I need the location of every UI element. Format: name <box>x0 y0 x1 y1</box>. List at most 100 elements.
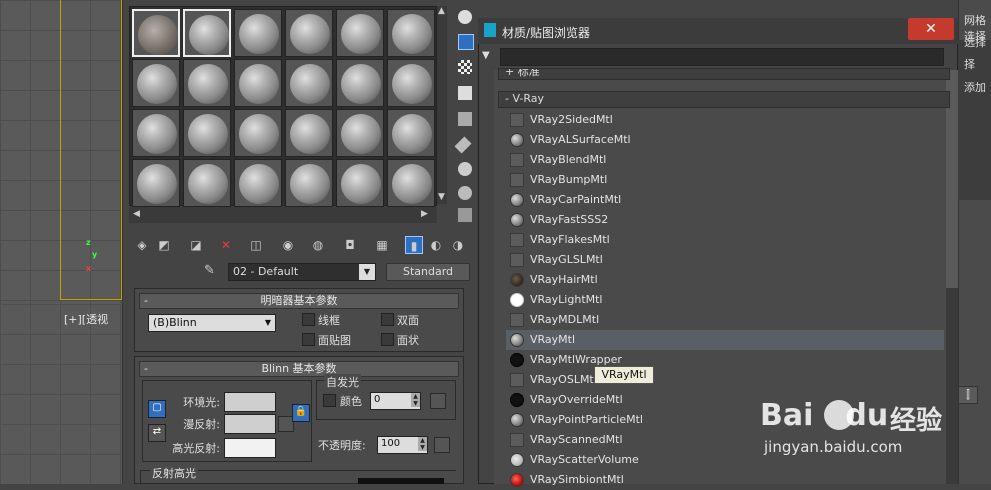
spinner-arrows-icon[interactable]: ▲ ▼ <box>418 437 427 451</box>
spinner-arrows-icon[interactable]: ▲ ▼ <box>411 393 420 407</box>
sample-type-icon[interactable] <box>458 10 472 24</box>
browser-options-icon[interactable]: ▼ <box>482 50 494 62</box>
scroll-right-icon[interactable]: ▶ <box>421 209 428 219</box>
sample-slot[interactable] <box>132 109 180 157</box>
sample-slot[interactable] <box>234 159 282 207</box>
rollout-header[interactable]: - Blinn 基本参数 <box>139 361 459 377</box>
assign-to-selection-icon[interactable]: ◪ <box>187 236 205 254</box>
sample-slot[interactable] <box>132 159 180 207</box>
put-to-library-icon[interactable]: ◍ <box>309 236 327 254</box>
list-item[interactable]: VRayLightMtl <box>506 290 944 310</box>
material-id-icon[interactable]: ◘ <box>341 236 359 254</box>
sample-slot[interactable] <box>183 159 231 207</box>
sample-slot[interactable] <box>336 109 384 157</box>
show-map-icon[interactable]: ▦ <box>373 236 391 254</box>
list-item[interactable]: VRay2SidedMtl <box>506 110 944 130</box>
self-illum-spinner[interactable]: 0 ▲ ▼ <box>370 392 421 410</box>
list-item[interactable]: VRayALSurfaceMtl <box>506 130 944 150</box>
faceted-checkbox[interactable] <box>381 333 394 346</box>
list-item[interactable]: VRaySimbiontMtl <box>506 470 944 490</box>
list-item[interactable]: VRayBlendMtl <box>506 150 944 170</box>
slots-horizontal-scrollbar[interactable]: ◀ ▶ <box>129 207 437 223</box>
sample-slot[interactable] <box>387 9 435 57</box>
sample-slot[interactable] <box>183 59 231 107</box>
lock-ambient-icon[interactable]: ▢ <box>148 400 166 418</box>
show-end-result-icon[interactable]: ▮ <box>405 236 423 254</box>
slots-vertical-scrollbar[interactable]: ▲ ▼ <box>437 6 447 204</box>
sample-slot[interactable] <box>132 59 180 107</box>
sample-slot[interactable] <box>234 59 282 107</box>
material-name-field[interactable]: 02 - Default ▼ <box>228 263 376 281</box>
make-preview-icon[interactable] <box>454 136 472 154</box>
chevron-down-icon[interactable]: ▼ <box>261 315 275 331</box>
scroll-down-icon[interactable]: ▼ <box>438 192 445 202</box>
material-type-button[interactable]: Standard <box>386 263 470 281</box>
chevron-down-icon[interactable]: ▼ <box>359 264 375 280</box>
specular-color-swatch[interactable] <box>224 438 276 458</box>
wire-checkbox[interactable] <box>302 313 315 326</box>
list-item[interactable]: VRayBumpMtl <box>506 170 944 190</box>
sample-slot[interactable] <box>387 59 435 107</box>
scroll-up-icon[interactable]: ▲ <box>438 6 445 16</box>
uv-tiling-icon[interactable] <box>458 86 472 100</box>
list-item[interactable]: VRayGLSLMtl <box>506 250 944 270</box>
go-forward-sibling-icon[interactable]: ◑ <box>449 236 467 254</box>
self-illum-color-checkbox[interactable] <box>323 394 336 407</box>
sample-slot[interactable] <box>234 109 282 157</box>
self-illum-map-button[interactable] <box>430 393 446 409</box>
sample-slot[interactable] <box>336 59 384 107</box>
sample-slot[interactable] <box>285 159 333 207</box>
opacity-map-button[interactable] <box>434 437 450 453</box>
list-item[interactable]: VRayCarPaintMtl <box>506 190 944 210</box>
copy-material-icon[interactable]: ◫ <box>247 236 265 254</box>
list-item[interactable]: VRayMDLMtl <box>506 310 944 330</box>
sample-slot[interactable] <box>336 9 384 57</box>
material-navigator-icon[interactable] <box>458 208 472 222</box>
sample-slot[interactable] <box>285 109 333 157</box>
go-to-parent-icon[interactable]: ◐ <box>427 236 445 254</box>
sample-slot[interactable] <box>132 9 180 57</box>
get-material-icon[interactable]: ◈ <box>133 236 151 254</box>
sample-slot[interactable] <box>387 109 435 157</box>
search-by-name-input[interactable] <box>500 48 944 66</box>
viewport-perspective[interactable] <box>0 304 122 484</box>
sample-slot[interactable] <box>336 159 384 207</box>
list-item[interactable]: VRayHairMtl <box>506 270 944 290</box>
close-button[interactable]: ✕ <box>908 18 954 40</box>
group-vray-header[interactable]: - V-Ray <box>498 91 950 108</box>
video-color-check-icon[interactable] <box>458 112 472 126</box>
browser-title-bar[interactable]: 材质/贴图浏览器 <box>478 18 958 44</box>
group-standard-header[interactable]: + 标准 <box>498 68 950 80</box>
scroll-left-icon[interactable]: ◀ <box>133 209 140 219</box>
lock-icon[interactable]: 🔒 <box>292 404 310 422</box>
sample-slot[interactable] <box>183 109 231 157</box>
rollout-header[interactable]: - 明暗器基本参数 <box>139 293 459 309</box>
sample-slot[interactable] <box>285 59 333 107</box>
list-item[interactable]: VRayFlakesMtl <box>506 230 944 250</box>
opacity-spinner[interactable]: 100 ▲ ▼ <box>377 436 428 454</box>
reset-material-icon[interactable]: ✕ <box>217 236 235 254</box>
viewport-label[interactable]: [+][透视 <box>64 311 108 327</box>
list-item[interactable]: VRayFastSSS2 <box>506 210 944 230</box>
list-item[interactable]: VRayOSLMtl <box>506 370 944 390</box>
sample-slot[interactable] <box>234 9 282 57</box>
two-sided-checkbox[interactable] <box>381 313 394 326</box>
select-by-material-icon[interactable] <box>458 186 472 200</box>
options-icon[interactable] <box>458 162 472 176</box>
ambient-color-swatch[interactable] <box>224 392 276 412</box>
sample-slot[interactable] <box>183 9 231 57</box>
list-item[interactable]: VRayMtl <box>506 330 944 350</box>
put-to-scene-icon[interactable]: ◩ <box>155 236 173 254</box>
face-map-checkbox[interactable] <box>302 333 315 346</box>
sample-slot[interactable] <box>285 9 333 57</box>
backlight-icon[interactable] <box>458 34 474 50</box>
diffuse-color-swatch[interactable] <box>224 414 276 434</box>
shader-type-select[interactable]: (B)Blinn ▼ <box>148 314 276 332</box>
make-unique-icon[interactable]: ◉ <box>279 236 297 254</box>
sample-slot[interactable] <box>387 159 435 207</box>
list-item[interactable]: VRayMtlWrapper <box>506 350 944 370</box>
collapse-icon[interactable]: - <box>144 362 148 375</box>
collapse-icon[interactable]: - <box>144 294 148 307</box>
eyedropper-icon[interactable]: ✎ <box>204 263 222 281</box>
background-icon[interactable] <box>458 60 472 74</box>
